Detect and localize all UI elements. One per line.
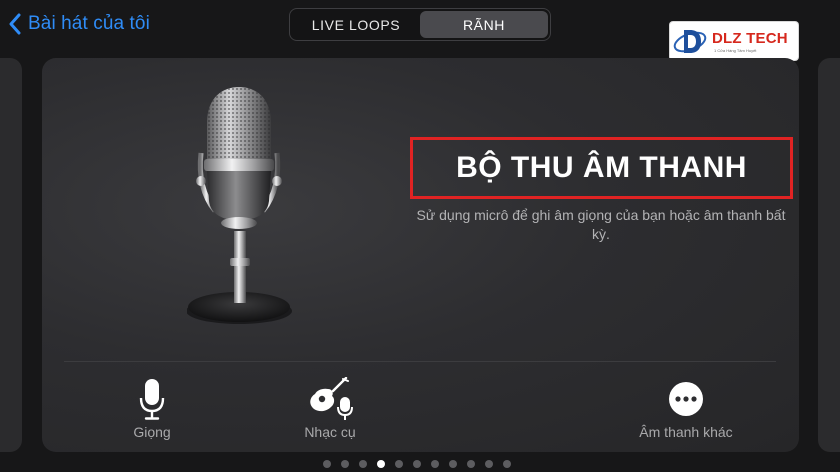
page-dot[interactable] xyxy=(323,459,331,468)
mode-segmented-control: LIVE LOOPS RÃNH xyxy=(289,8,551,41)
page-dot[interactable] xyxy=(503,459,511,468)
page-dot[interactable] xyxy=(359,459,367,468)
option-voice[interactable]: Giọng xyxy=(92,376,212,442)
tab-tracks[interactable]: RÃNH xyxy=(420,11,548,38)
page-dot[interactable] xyxy=(377,459,385,468)
more-icon xyxy=(669,382,703,416)
guitar-mic-icon xyxy=(310,377,353,420)
page-indicator xyxy=(323,459,511,468)
brand-name: DLZ TECH xyxy=(712,29,788,47)
studio-microphone-icon xyxy=(187,87,292,324)
back-button[interactable]: Bài hát của tôi xyxy=(8,10,150,38)
page-dot[interactable] xyxy=(413,459,421,468)
title-highlight: BỘ THU ÂM THANH xyxy=(410,137,793,199)
option-instrument[interactable]: Nhạc cụ xyxy=(270,376,390,442)
page-dot[interactable] xyxy=(395,459,403,468)
brand-logo: DLZ TECH 1 Cửa Hàng Tâm Huyết xyxy=(670,22,798,60)
card-description: Sử dụng micrô để ghi âm giọng của bạn ho… xyxy=(416,207,786,242)
option-label: Nhạc cụ xyxy=(304,424,356,440)
brand-tagline: 1 Cửa Hàng Tâm Huyết xyxy=(714,48,757,53)
back-label: Bài hát của tôi xyxy=(28,13,150,34)
page-dot[interactable] xyxy=(431,459,439,468)
divider xyxy=(64,361,776,362)
page-dot[interactable] xyxy=(449,459,457,468)
option-label: Âm thanh khác xyxy=(639,424,733,440)
option-other-sounds[interactable]: Âm thanh khác xyxy=(626,376,746,442)
page-dot[interactable] xyxy=(467,459,475,468)
option-label: Giọng xyxy=(133,424,171,440)
card-title: BỘ THU ÂM THANH xyxy=(456,151,747,184)
page-dot[interactable] xyxy=(485,459,493,468)
page-dot[interactable] xyxy=(341,459,349,468)
next-card[interactable] xyxy=(818,58,840,452)
microphone-icon xyxy=(139,379,165,420)
tab-live-loops[interactable]: LIVE LOOPS xyxy=(292,11,420,38)
chevron-left-icon xyxy=(9,13,21,35)
audio-recorder-card[interactable]: BỘ THU ÂM THANH Sử dụng micrô để ghi âm … xyxy=(42,58,799,452)
brand-mark-icon xyxy=(673,30,707,53)
previous-card[interactable] xyxy=(0,58,22,452)
